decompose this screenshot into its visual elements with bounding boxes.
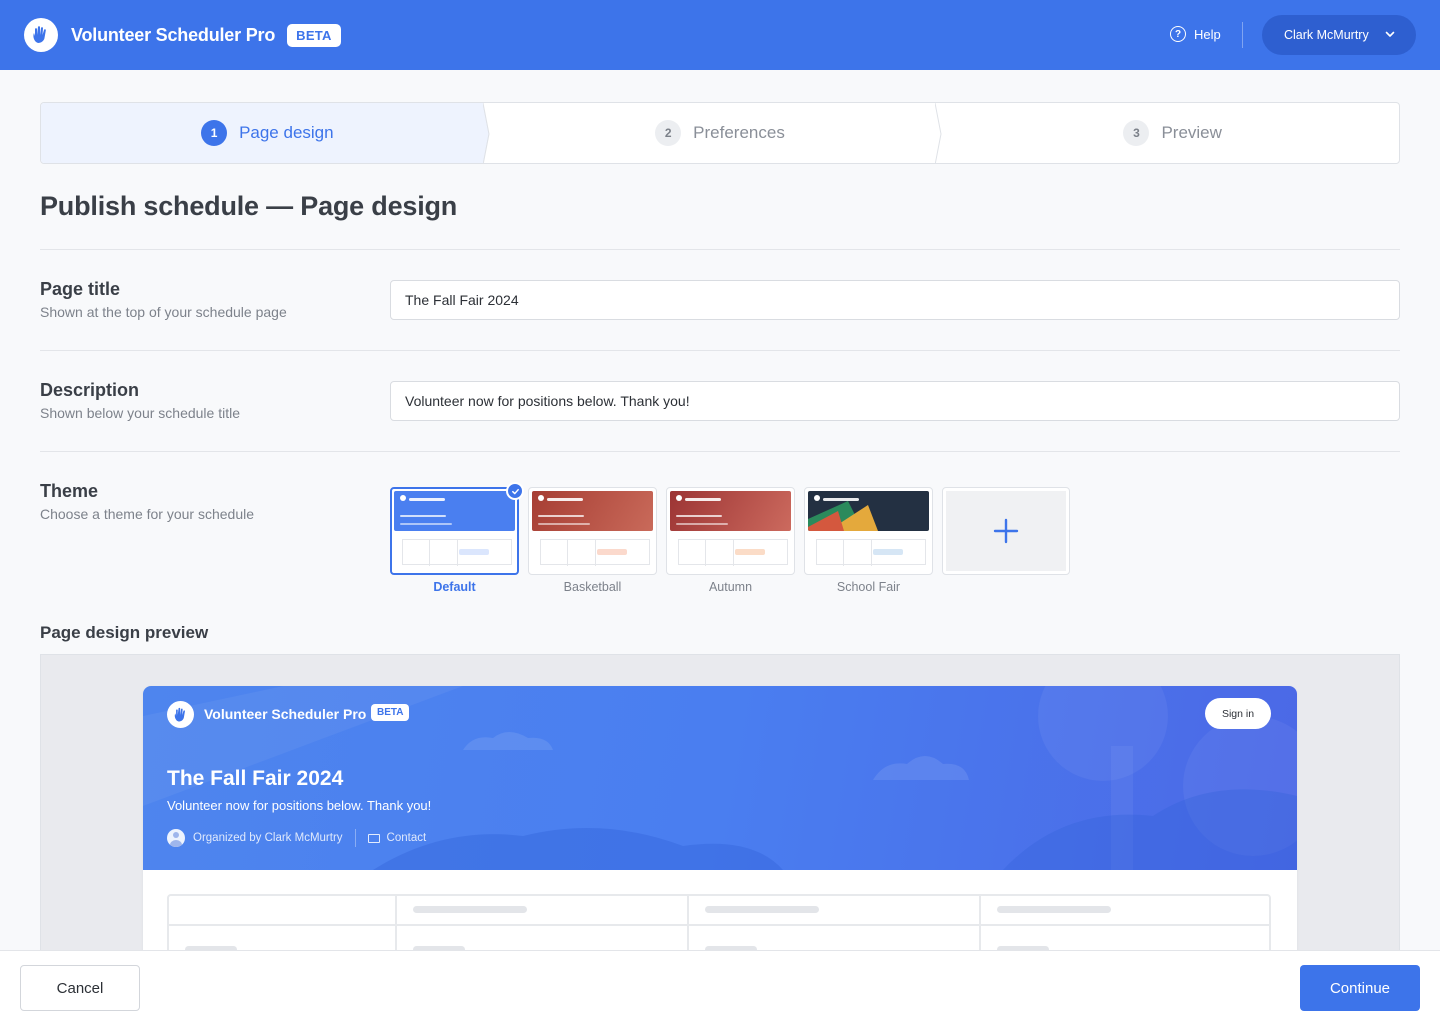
user-menu-button[interactable]: Clark McMurtry	[1262, 15, 1416, 55]
page-title-input[interactable]	[390, 280, 1400, 320]
preview-description: Volunteer now for positions below. Thank…	[167, 798, 432, 813]
theme-thumbnail	[808, 491, 929, 531]
step-label: Page design	[239, 123, 334, 142]
description-help: Shown below your schedule title	[40, 405, 241, 421]
preview-meta: Organized by Clark McMurtry Contact	[167, 829, 426, 847]
divider	[40, 451, 1400, 452]
preview-page: Volunteer Scheduler Pro BETA Sign in The…	[143, 686, 1297, 950]
page-title: Publish schedule — Page design	[40, 191, 458, 221]
step-page-design[interactable]: 1 Page design	[41, 103, 495, 163]
check-icon	[506, 482, 524, 500]
theme-name-basketball: Basketball	[563, 580, 622, 594]
preview-logo	[167, 701, 194, 728]
preview-table	[167, 894, 1271, 950]
preview-app-name: Volunteer Scheduler Pro	[204, 706, 367, 722]
step-chevron-divider	[482, 103, 495, 163]
description-label: Description	[40, 380, 140, 400]
theme-option-autumn[interactable]	[666, 487, 795, 575]
page-title-help: Shown at the top of your schedule page	[40, 304, 287, 320]
help-label: Help	[1194, 26, 1221, 42]
page-title-label: Page title	[40, 279, 121, 299]
user-name: Clark McMurtry	[1284, 28, 1369, 42]
theme-label: Theme	[40, 481, 99, 501]
theme-option-default[interactable]	[390, 482, 524, 575]
help-link[interactable]: ? Help	[1170, 26, 1221, 42]
preview-contact: Contact	[386, 832, 427, 844]
header-divider	[1242, 22, 1243, 48]
step-chevron-divider	[935, 103, 942, 163]
step-number: 3	[1123, 120, 1150, 146]
top-bar: Volunteer Scheduler Pro BETA ? Help Clar…	[0, 0, 1440, 70]
step-number: 2	[655, 120, 682, 146]
theme-name-autumn: Autumn	[708, 580, 753, 594]
description-input[interactable]	[390, 381, 1400, 421]
chevron-down-icon	[1385, 31, 1395, 37]
preview-beta-badge: BETA	[371, 704, 410, 721]
avatar-icon	[167, 829, 185, 847]
app-logo[interactable]	[24, 18, 58, 52]
question-icon: ?	[1170, 26, 1186, 42]
preview-title: The Fall Fair 2024	[167, 767, 344, 790]
hand-logo-icon	[174, 707, 185, 722]
wizard-stepper: 1 Page design 2 Preferences 3 Preview	[40, 102, 1400, 164]
step-number: 1	[201, 120, 228, 146]
mail-icon	[367, 833, 380, 843]
plus-icon	[993, 518, 1019, 544]
step-preview[interactable]: 3 Preview	[946, 103, 1399, 163]
step-label: Preview	[1161, 123, 1222, 142]
preview-banner: Volunteer Scheduler Pro BETA Sign in The…	[143, 686, 1297, 870]
preview-sign-in-button: Sign in	[1205, 698, 1271, 729]
theme-option-basketball[interactable]	[528, 487, 657, 575]
preview-organizer: Organized by Clark McMurtry	[193, 832, 343, 844]
theme-name-school-fair: School Fair	[836, 580, 901, 594]
theme-thumbnail	[394, 491, 515, 531]
beta-badge: BETA	[287, 23, 341, 47]
divider	[40, 350, 1400, 351]
page-design-preview: Volunteer Scheduler Pro BETA Sign in The…	[40, 654, 1400, 950]
theme-thumbnail	[670, 491, 791, 531]
add-theme-button[interactable]	[942, 487, 1070, 575]
footer-action-bar: Cancel Continue	[0, 950, 1440, 1024]
step-label: Preferences	[693, 123, 785, 142]
cancel-button[interactable]: Cancel	[20, 965, 140, 1011]
preview-section-title: Page design preview	[40, 623, 209, 642]
hand-logo-icon	[33, 26, 46, 43]
app-name: Volunteer Scheduler Pro	[71, 24, 276, 45]
divider	[40, 249, 1400, 250]
theme-option-school-fair[interactable]	[804, 487, 933, 575]
theme-name-default: Default	[433, 580, 476, 594]
continue-button[interactable]: Continue	[1300, 965, 1420, 1011]
step-preferences[interactable]: 2 Preferences	[494, 103, 947, 163]
theme-help: Choose a theme for your schedule	[40, 506, 255, 522]
theme-thumbnail	[532, 491, 653, 531]
